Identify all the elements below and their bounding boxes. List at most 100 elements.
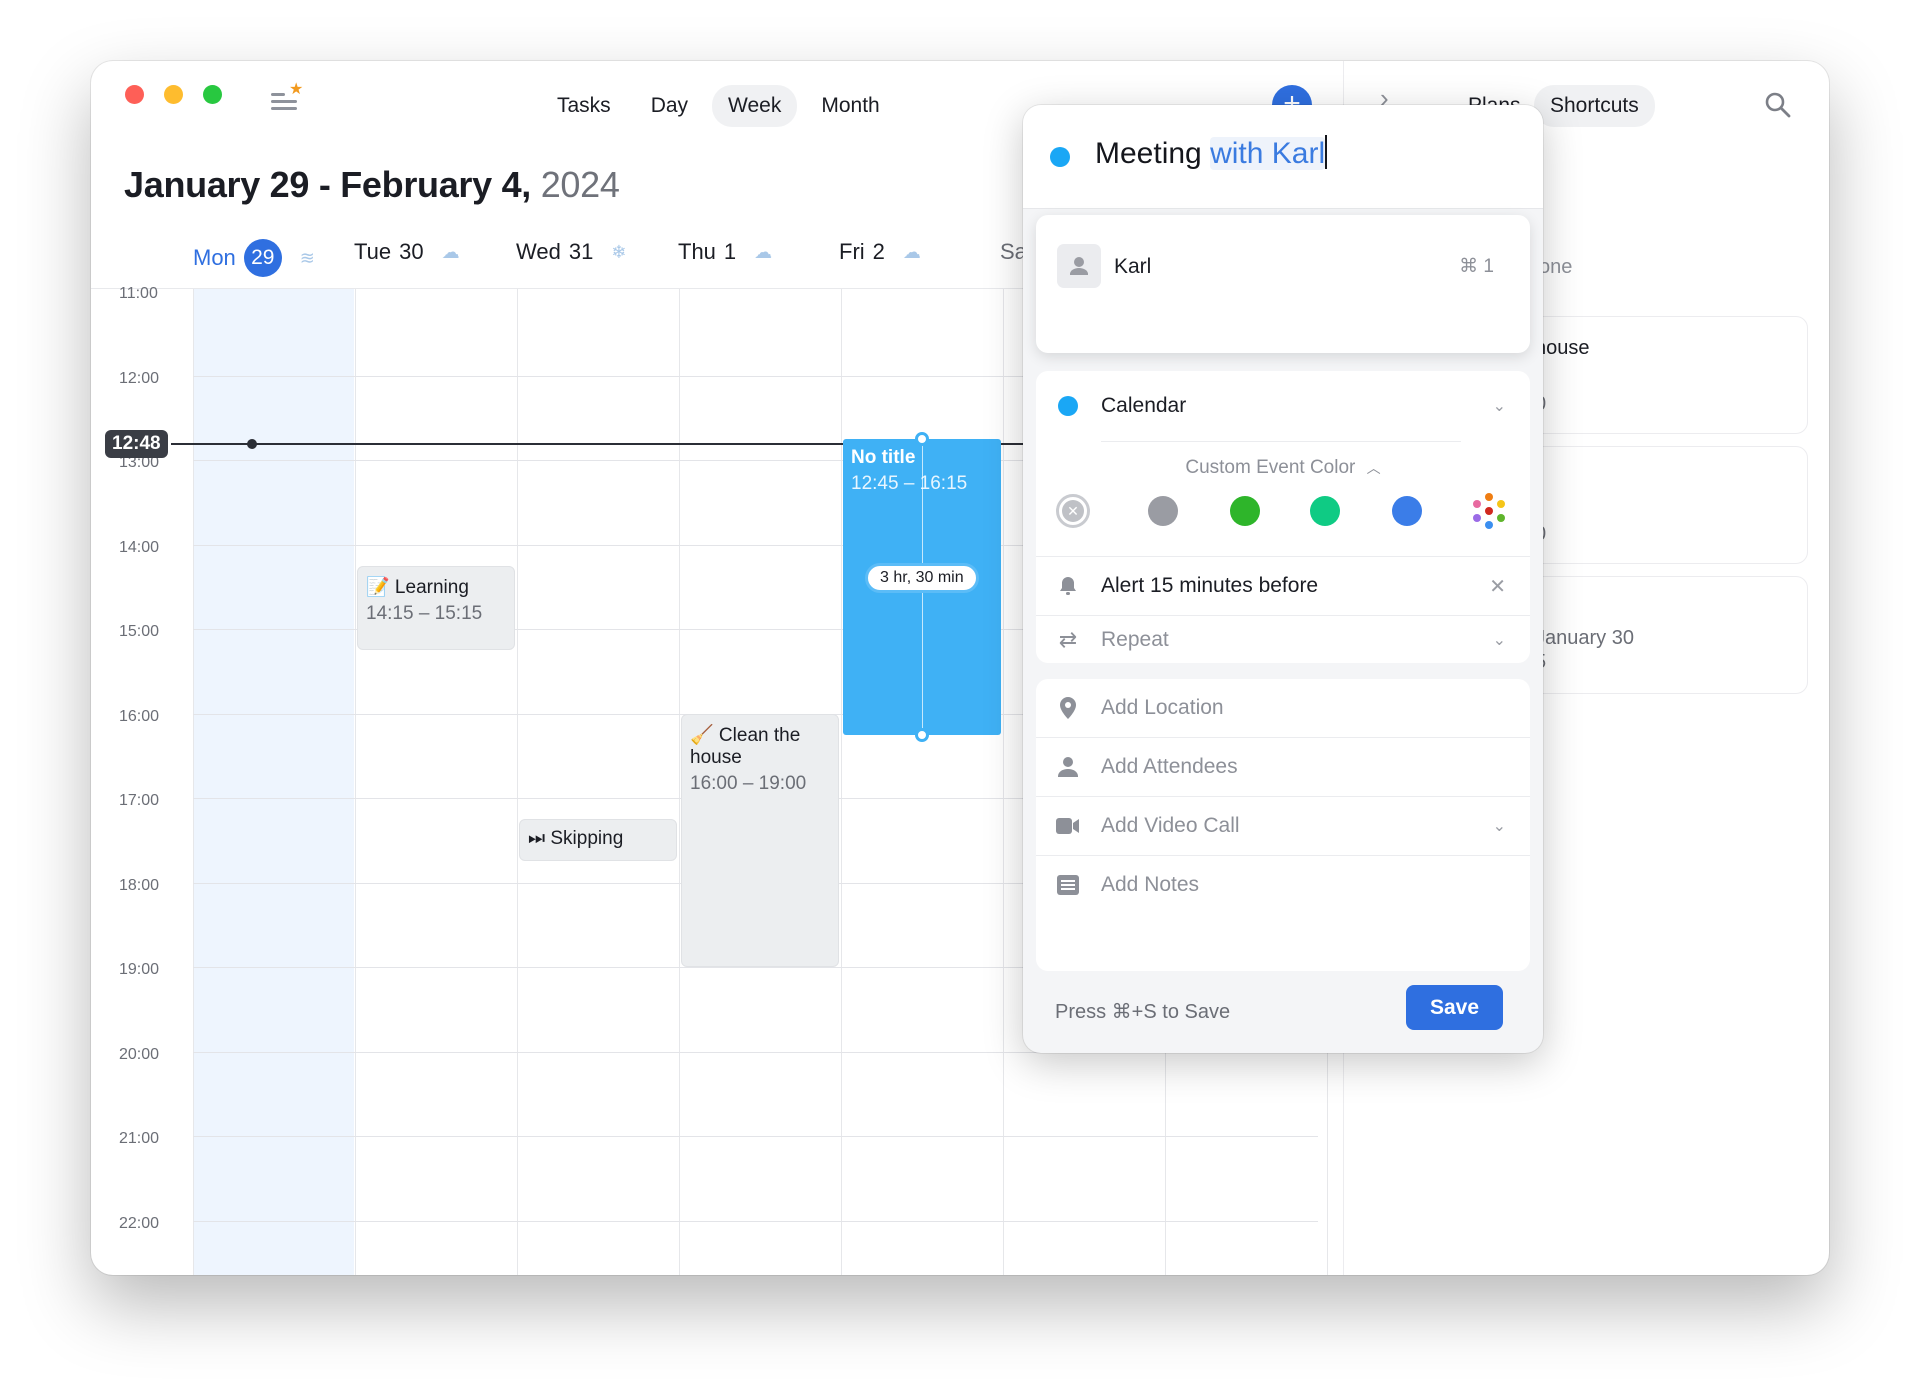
location-placeholder: Add Location — [1101, 696, 1224, 719]
shortcut-title: house — [1535, 337, 1590, 359]
event-details-card: Add Location Add Attendees Add Video Cal… — [1036, 679, 1530, 971]
day-name: Thu — [678, 239, 716, 264]
tab-month[interactable]: Month — [805, 85, 895, 127]
event-time: 16:00 – 19:00 — [690, 772, 807, 794]
day-header-thu[interactable]: Thu 1 ☁ — [678, 239, 772, 265]
tab-day[interactable]: Day — [635, 85, 704, 127]
swatch-green[interactable] — [1230, 496, 1260, 526]
custom-color-toggle[interactable]: Custom Event Color ︿ — [1036, 457, 1530, 479]
cloud-icon: ☁ — [441, 241, 460, 262]
video-call-select[interactable]: Add Video Call ⌄ — [1036, 797, 1530, 855]
video-camera-icon — [1056, 814, 1080, 838]
text-caret — [1325, 135, 1328, 169]
day-column-divider — [355, 289, 356, 1275]
chevron-down-icon: ⌄ — [1492, 631, 1506, 649]
resize-handle-bottom[interactable] — [915, 727, 929, 742]
day-header-mon[interactable]: Mon 29 ≋ — [193, 239, 315, 277]
alert-row[interactable]: Alert 15 minutes before ✕ — [1036, 557, 1530, 615]
calendar-color-dot — [1056, 394, 1080, 418]
day-column-divider — [517, 289, 518, 1275]
day-column-divider — [193, 289, 194, 1275]
avatar — [1057, 244, 1101, 288]
day-date: 2 — [872, 239, 885, 264]
current-time-badge: 12:48 — [105, 430, 168, 459]
location-pin-icon — [1056, 696, 1080, 720]
location-field[interactable]: Add Location — [1036, 679, 1530, 737]
day-header-fri[interactable]: Fri 2 ☁ — [839, 239, 921, 265]
calendar-window: ★ Tasks Day Week Month + January 29 - Fe… — [91, 61, 1829, 1275]
hour-gridline — [193, 1220, 1318, 1222]
swatch-gray[interactable] — [1148, 496, 1178, 526]
day-name: Tue — [354, 239, 392, 264]
repeat-select[interactable]: ⇄ Repeat ⌄ — [1036, 616, 1530, 663]
attendees-field[interactable]: Add Attendees — [1036, 738, 1530, 796]
repeat-icon: ⇄ — [1058, 626, 1078, 652]
resize-handle-top[interactable] — [915, 431, 929, 446]
wind-icon: ≋ — [299, 247, 315, 268]
chevron-up-icon: ︿ — [1366, 460, 1381, 476]
day-name: Mon — [193, 245, 236, 270]
remove-alert-icon[interactable]: ✕ — [1489, 574, 1506, 599]
hour-label: 20:00 — [119, 1045, 160, 1063]
cloud-icon: ☁ — [754, 241, 773, 262]
person-icon — [1056, 755, 1080, 779]
attendee-suggestion[interactable]: Karl ⌘ 1 — [1036, 215, 1530, 353]
day-header-tue[interactable]: Tue 30 ☁ — [354, 239, 460, 265]
new-event-popover: Meeting with Karl Karl ⌘ 1 Calendar ⌄ Cu… — [1023, 105, 1543, 1053]
title-date-range: January 29 - February 4, — [124, 164, 531, 205]
calendar-event[interactable]: 🧹 Clean the house 16:00 – 19:00 — [681, 713, 839, 967]
zoom-window-button[interactable] — [203, 85, 222, 104]
hour-gridline — [193, 1136, 1318, 1137]
search-icon[interactable] — [1764, 91, 1792, 119]
save-button[interactable]: Save — [1406, 985, 1503, 1030]
day-column-divider — [1003, 289, 1004, 1275]
swatch-blue[interactable] — [1392, 496, 1422, 526]
custom-color-label: Custom Event Color — [1185, 457, 1356, 478]
day-header-wed[interactable]: Wed 31 ❄ — [516, 239, 626, 265]
swatch-teal[interactable] — [1310, 496, 1340, 526]
tab-week[interactable]: Week — [712, 85, 798, 127]
cloud-icon: ☁ — [902, 241, 921, 262]
event-title: ⏭ Skipping — [528, 828, 624, 850]
hour-label: 12:00 — [119, 369, 160, 387]
title-text: Meeting — [1095, 137, 1211, 170]
attendees-placeholder: Add Attendees — [1101, 755, 1238, 778]
tab-tasks[interactable]: Tasks — [541, 85, 627, 127]
hour-label: 22:00 — [119, 1214, 160, 1232]
calendar-event[interactable]: 📝 Learning 14:15 – 15:15 — [357, 565, 515, 651]
day-name: Wed — [516, 239, 561, 264]
minimize-window-button[interactable] — [164, 85, 183, 104]
event-color-dot — [1050, 147, 1070, 167]
shortcut-date: January 30 — [1535, 627, 1634, 649]
save-shortcut-hint: Press ⌘+S to Save — [1055, 1001, 1231, 1023]
event-time: 14:15 – 15:15 — [366, 602, 483, 624]
today-badge: 29 — [243, 239, 282, 277]
more-colors-icon[interactable] — [1469, 492, 1509, 532]
event-title-field[interactable]: Meeting with Karl — [1023, 105, 1543, 209]
calendar-select[interactable]: Calendar ⌄ — [1036, 385, 1530, 427]
event-title-input[interactable]: Meeting with Karl — [1095, 135, 1328, 171]
sidebar-toggle-button[interactable]: ★ — [271, 81, 305, 115]
hour-label: 21:00 — [119, 1130, 160, 1147]
chevron-down-icon: ⌄ — [1492, 818, 1506, 835]
video-call-placeholder: Add Video Call — [1101, 814, 1240, 837]
today-column — [193, 289, 354, 1275]
notes-placeholder: Add Notes — [1101, 873, 1200, 896]
notes-field[interactable]: Add Notes — [1036, 856, 1530, 914]
hour-label: 14:00 — [119, 538, 160, 556]
snow-icon: ❄ — [611, 241, 627, 262]
alert-label: Alert 15 minutes before — [1101, 574, 1319, 597]
swatch-none[interactable]: ✕ — [1056, 494, 1090, 528]
shortcuts-subtitle: one — [1539, 256, 1573, 278]
day-column-divider — [679, 289, 680, 1275]
title-year: 2024 — [540, 164, 620, 205]
tab-shortcuts[interactable]: Shortcuts — [1534, 85, 1655, 127]
hour-label: 18:00 — [119, 876, 160, 894]
close-window-button[interactable] — [125, 85, 144, 104]
hour-label: 11:00 — [119, 285, 158, 302]
duration-pill: 3 hr, 30 min — [865, 563, 979, 594]
close-icon: ✕ — [1062, 500, 1084, 522]
bell-icon — [1056, 574, 1080, 598]
calendar-event[interactable]: ⏭ Skipping — [519, 819, 677, 862]
repeat-label: Repeat — [1101, 627, 1169, 651]
